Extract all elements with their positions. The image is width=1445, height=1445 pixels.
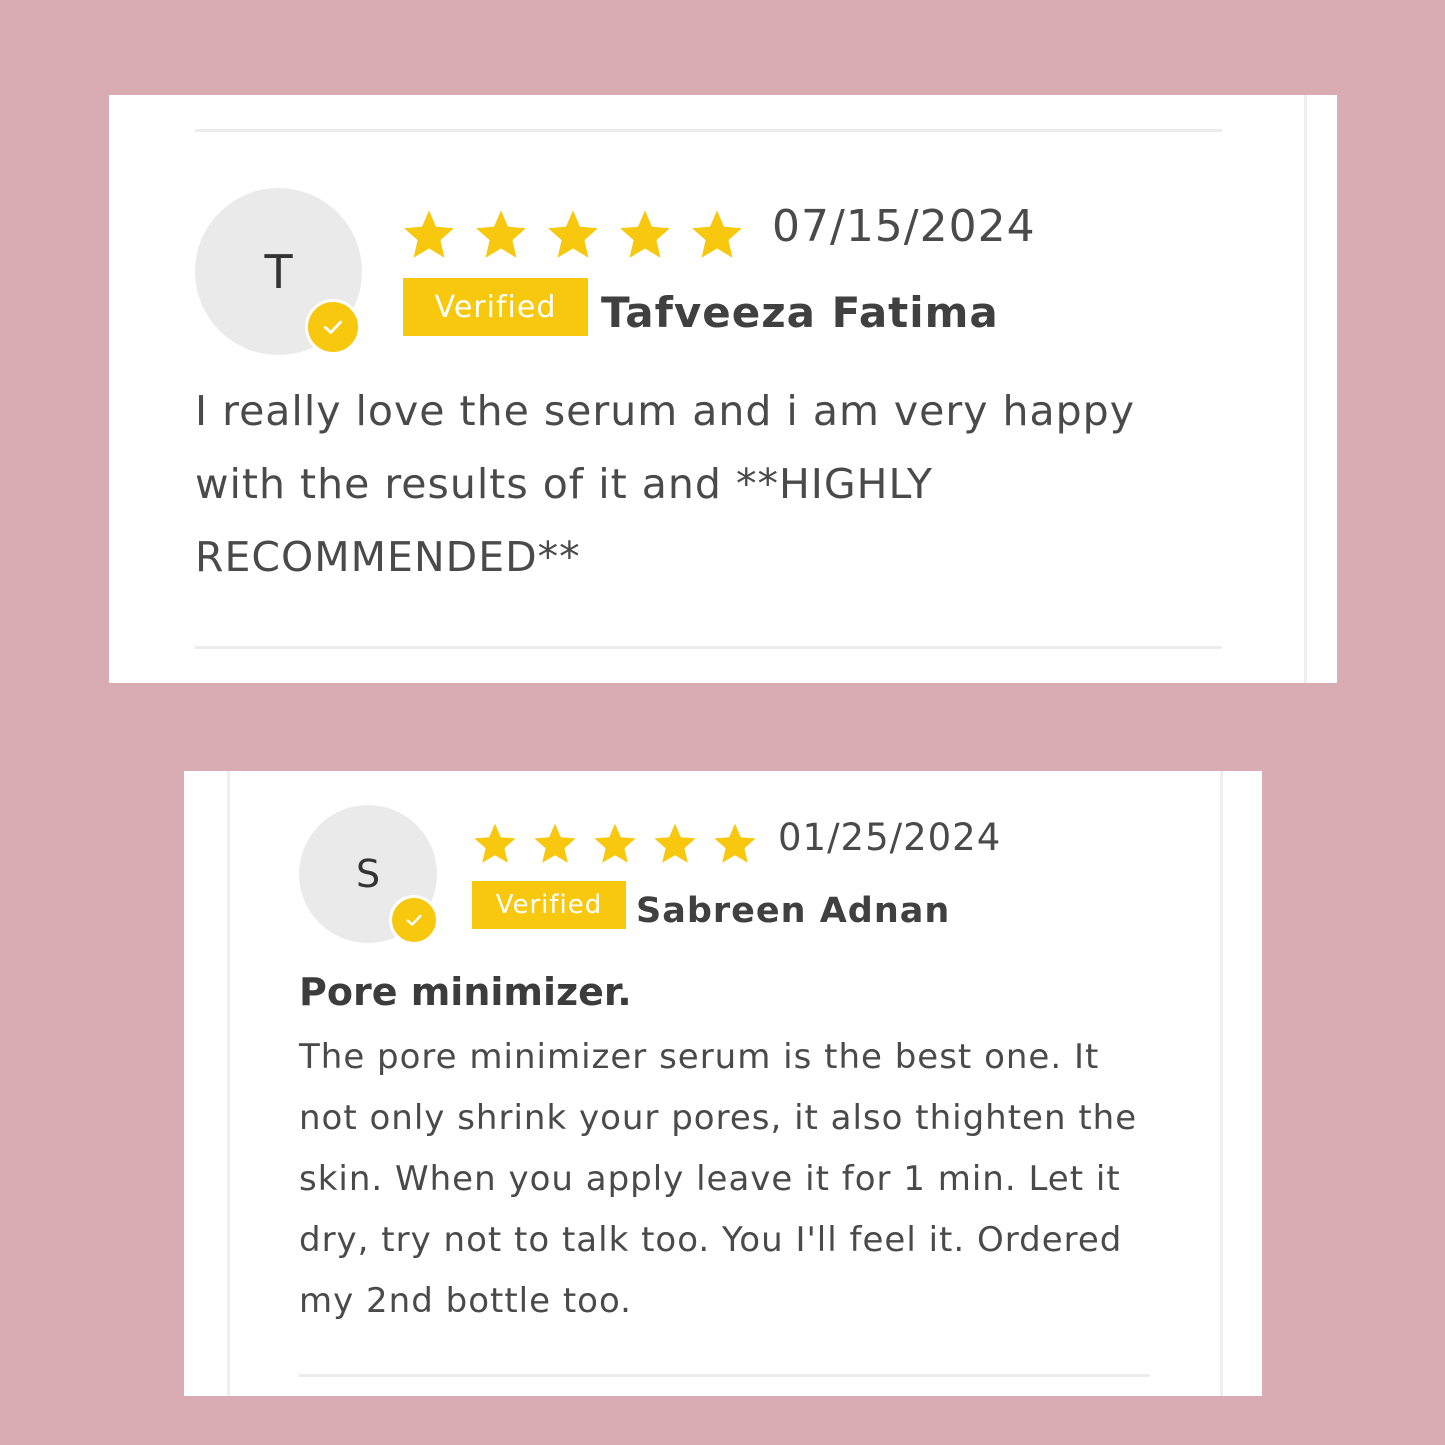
divider [299,1374,1150,1377]
check-icon [406,914,422,926]
star-icon [548,210,598,258]
review-title: Pore minimizer. [299,970,632,1014]
star-icon [404,210,454,258]
star-icon [620,210,670,258]
star-icon [476,210,526,258]
review-card: S 01/25/2024 Verified Sabreen Adnan Pore… [184,771,1262,1396]
avatar-initial: S [355,852,381,896]
star-icon [474,823,516,863]
divider [195,129,1222,132]
review-text: I really love the serum and i am very ha… [195,387,1135,581]
divider [195,646,1222,649]
divider-vertical [1304,95,1307,683]
star-icon [714,823,756,863]
review-card: T 07/15/2024 Verified Tafveeza Fatima I … [109,95,1337,683]
divider-vertical [1220,771,1223,1396]
check-icon [324,320,342,334]
star-icon [534,823,576,863]
star-icon [692,210,742,258]
review-date: 07/15/2024 [772,201,1036,252]
star-rating [471,819,759,869]
star-icon [654,823,696,863]
divider-vertical [227,771,230,1396]
avatar-initial: T [264,244,293,299]
review-date: 01/25/2024 [778,816,1002,859]
verified-check-icon [305,299,361,355]
star-rating [400,205,746,265]
verified-badge: Verified [403,278,588,336]
reviewer-name: Tafveeza Fatima [601,288,999,337]
star-icon [594,823,636,863]
verified-badge: Verified [472,881,626,929]
reviewer-name: Sabreen Adnan [636,891,951,931]
review-text: The pore minimizer serum is the best one… [299,1037,1138,1321]
verified-check-icon [389,895,439,945]
